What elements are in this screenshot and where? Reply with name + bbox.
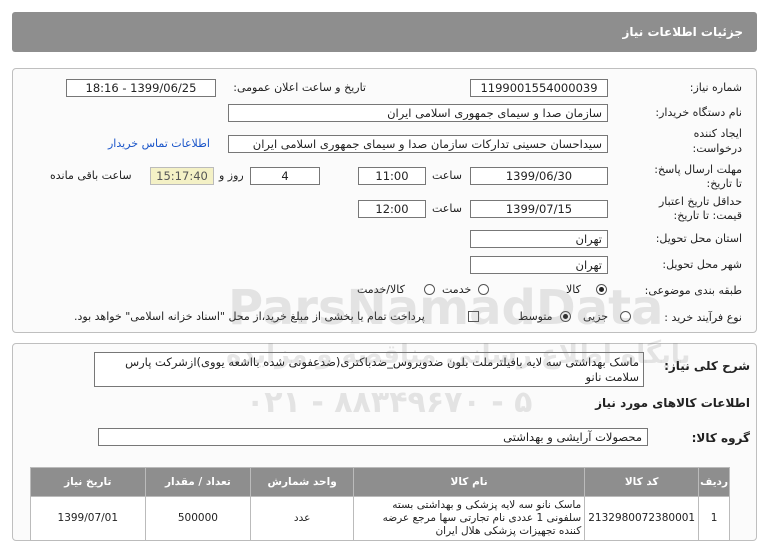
page-title: جزئیات اطلاعات نیاز: [622, 25, 743, 39]
cell-item-name: ماسک نانو سه لایه پزشکی و بهداشتی بسته س…: [352, 496, 586, 541]
page-header: جزئیات اطلاعات نیاز: [12, 12, 757, 52]
watermark-phone: ۰۲۱ - ۸۸۳۴۹۶۷۰ - ۵: [246, 385, 533, 420]
remaining-time-field: 15:17:40: [150, 167, 214, 185]
cell-unit: عدد: [250, 496, 354, 541]
need-number-label: شماره نیاز:: [689, 81, 742, 94]
province-field: تهران: [470, 230, 608, 248]
goods-section-title: اطلاعات کالاهای مورد نیاز: [595, 396, 750, 410]
price-validity-time-field: 12:00: [358, 200, 426, 218]
cell-row-number: 1: [698, 496, 730, 541]
goods-table: ردیف کد کالا نام کالا واحد شمارش تعداد /…: [30, 467, 730, 541]
cell-quantity: 500000: [144, 496, 252, 541]
remaining-time-label: ساعت باقی مانده: [50, 169, 132, 182]
requester-label-line2: درخواست:: [692, 142, 742, 155]
announce-datetime-field: 1399/06/25 - 18:16: [66, 79, 216, 97]
announce-datetime-label: تاریخ و ساعت اعلان عمومی:: [233, 81, 366, 94]
price-validity-time-label: ساعت: [432, 202, 462, 215]
col-header-code: کد کالا: [584, 467, 700, 497]
price-validity-label-line1: حداقل تاریخ اعتبار: [658, 195, 742, 208]
province-label: استان محل تحویل:: [655, 232, 742, 245]
col-header-qty: تعداد / مقدار: [144, 467, 252, 497]
deadline-date-field: 1399/06/30: [470, 167, 608, 185]
brand-watermark: ParsNamadData: [228, 280, 664, 336]
buyer-org-label: نام دستگاه خریدار:: [655, 106, 742, 119]
need-number-field: 1199001554000039: [470, 79, 608, 97]
cell-need-date: 1399/07/01: [30, 496, 146, 541]
remaining-days-label: روز و: [219, 169, 244, 182]
price-validity-date-field: 1399/07/15: [470, 200, 608, 218]
requester-label-line1: ایجاد کننده: [693, 127, 742, 140]
col-header-unit: واحد شمارش: [250, 467, 354, 497]
buyer-org-field: سازمان صدا و سیمای جمهوری اسلامی ایران: [228, 104, 608, 122]
deadline-label-line2: تا تاریخ:: [706, 177, 742, 190]
goods-group-label: گروه کالا:: [691, 431, 750, 445]
deadline-time-label: ساعت: [432, 169, 462, 182]
goods-group-field: محصولات آرایشی و بهداشتی: [98, 428, 648, 446]
city-field: تهران: [470, 256, 608, 274]
remaining-days-field: 4: [250, 167, 320, 185]
col-header-name: نام کالا: [352, 467, 586, 497]
cell-item-code: 2132980072380001: [584, 496, 700, 541]
deadline-time-field: 11:00: [358, 167, 426, 185]
col-header-row: ردیف: [698, 467, 730, 497]
price-validity-label-line2: قیمت: تا تاریخ:: [673, 209, 742, 222]
watermark-subtitle: پایگاه اطلاع رسانی مناقصه و مزایده: [226, 340, 691, 370]
buyer-contact-link[interactable]: اطلاعات تماس خریدار: [108, 137, 210, 150]
purchase-process-label: نوع فرآیند خرید :: [664, 311, 742, 324]
deadline-label-line1: مهلت ارسال پاسخ:: [654, 163, 742, 176]
goods-table-header-row: ردیف کد کالا نام کالا واحد شمارش تعداد /…: [30, 467, 730, 497]
col-header-date: تاریخ نیاز: [30, 467, 146, 497]
requester-field: سیداحسان حسینی تدارکات سازمان صدا و سیما…: [228, 135, 608, 153]
goods-table-wrapper: ردیف کد کالا نام کالا واحد شمارش تعداد /…: [30, 467, 730, 541]
city-label: شهر محل تحویل:: [662, 258, 742, 271]
table-row: 1 2132980072380001 ماسک نانو سه لایه پزش…: [30, 496, 730, 541]
